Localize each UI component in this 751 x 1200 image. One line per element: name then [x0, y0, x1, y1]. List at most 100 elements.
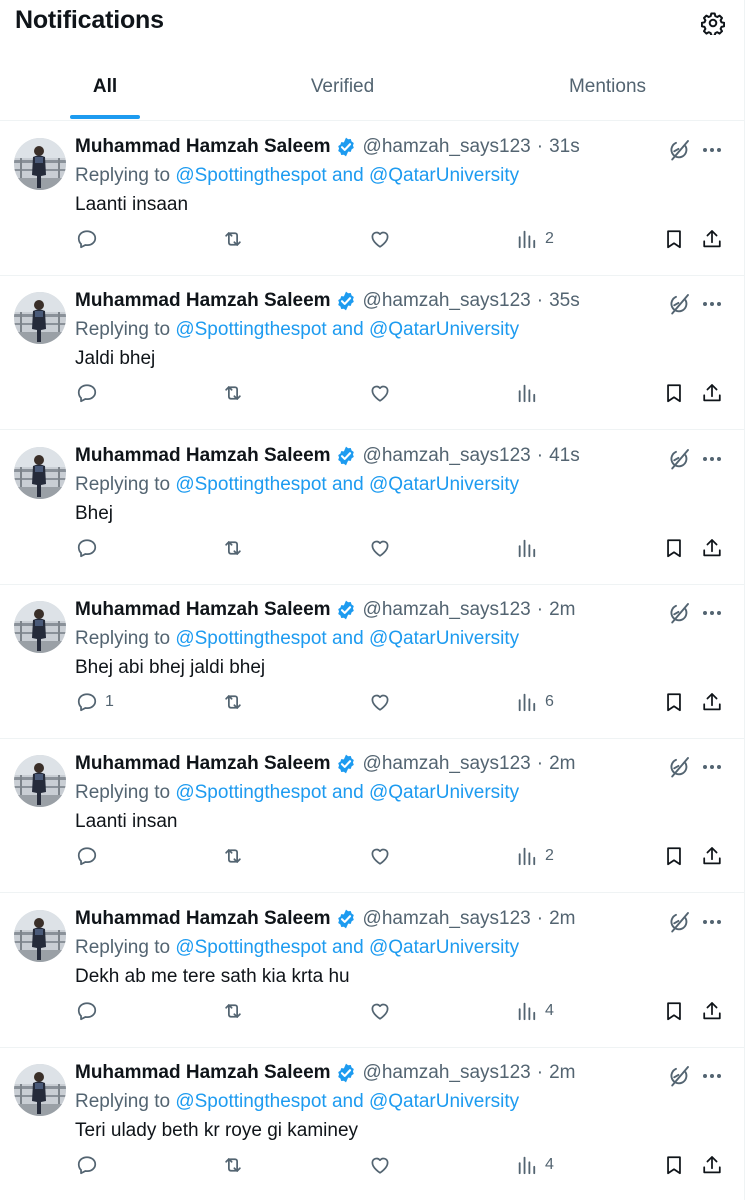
- mention-link[interactable]: @QatarUniversity: [369, 628, 519, 649]
- grok-slash-circle-icon[interactable]: [667, 1064, 691, 1088]
- author-name[interactable]: Muhammad Hamzah Saleem: [75, 136, 331, 158]
- share-button[interactable]: [701, 1152, 723, 1178]
- mention-link[interactable]: @Spottingthespot: [175, 165, 326, 186]
- mention-link[interactable]: @Spottingthespot: [175, 319, 326, 340]
- share-button[interactable]: [701, 535, 723, 561]
- tab-mentions[interactable]: Mentions: [475, 58, 740, 120]
- views-button[interactable]: 6: [516, 689, 554, 715]
- like-button[interactable]: [369, 998, 391, 1024]
- tweet[interactable]: Muhammad Hamzah Saleem @hamzah_says123 ·…: [0, 276, 745, 430]
- reply-button[interactable]: [76, 535, 105, 561]
- timestamp[interactable]: 35s: [549, 290, 580, 312]
- views-button[interactable]: 4: [516, 1152, 554, 1178]
- timestamp[interactable]: 2m: [549, 908, 575, 930]
- views-button[interactable]: 4: [516, 998, 554, 1024]
- mention-link[interactable]: @Spottingthespot: [175, 474, 326, 495]
- verified-badge-icon[interactable]: [335, 1062, 357, 1084]
- author-handle[interactable]: @hamzah_says123: [363, 445, 531, 467]
- tab-verified[interactable]: Verified: [210, 58, 475, 120]
- more-ellipsis-icon[interactable]: [700, 292, 724, 316]
- mention-link[interactable]: @QatarUniversity: [369, 937, 519, 958]
- author-name[interactable]: Muhammad Hamzah Saleem: [75, 445, 331, 467]
- bookmark-button[interactable]: [663, 226, 685, 252]
- verified-badge-icon[interactable]: [335, 599, 357, 621]
- author-name[interactable]: Muhammad Hamzah Saleem: [75, 290, 331, 312]
- grok-slash-circle-icon[interactable]: [667, 292, 691, 316]
- retweet-button[interactable]: [222, 998, 244, 1024]
- author-handle[interactable]: @hamzah_says123: [363, 290, 531, 312]
- reply-button[interactable]: [76, 1152, 105, 1178]
- like-button[interactable]: [369, 843, 391, 869]
- share-button[interactable]: [701, 689, 723, 715]
- reply-button[interactable]: [76, 998, 105, 1024]
- more-ellipsis-icon[interactable]: [700, 755, 724, 779]
- retweet-button[interactable]: [222, 535, 244, 561]
- bookmark-button[interactable]: [663, 689, 685, 715]
- views-button[interactable]: [516, 535, 545, 561]
- views-button[interactable]: 2: [516, 843, 554, 869]
- bookmark-button[interactable]: [663, 998, 685, 1024]
- mention-link[interactable]: @QatarUniversity: [369, 165, 519, 186]
- tab-all[interactable]: All: [0, 58, 210, 120]
- share-button[interactable]: [701, 380, 723, 406]
- timestamp[interactable]: 2m: [549, 1062, 575, 1084]
- avatar[interactable]: [14, 447, 66, 499]
- author-name[interactable]: Muhammad Hamzah Saleem: [75, 599, 331, 621]
- more-ellipsis-icon[interactable]: [700, 910, 724, 934]
- views-button[interactable]: 2: [516, 226, 554, 252]
- tweet[interactable]: Muhammad Hamzah Saleem @hamzah_says123 ·…: [0, 585, 745, 739]
- bookmark-button[interactable]: [663, 1152, 685, 1178]
- verified-badge-icon[interactable]: [335, 753, 357, 775]
- tweet[interactable]: Muhammad Hamzah Saleem @hamzah_says123 ·…: [0, 1048, 745, 1200]
- like-button[interactable]: [369, 380, 391, 406]
- tweet[interactable]: Muhammad Hamzah Saleem @hamzah_says123 ·…: [0, 122, 745, 276]
- grok-slash-circle-icon[interactable]: [667, 447, 691, 471]
- bookmark-button[interactable]: [663, 843, 685, 869]
- verified-badge-icon[interactable]: [335, 290, 357, 312]
- avatar[interactable]: [14, 910, 66, 962]
- tweet[interactable]: Muhammad Hamzah Saleem @hamzah_says123 ·…: [0, 894, 745, 1048]
- more-ellipsis-icon[interactable]: [700, 1064, 724, 1088]
- retweet-button[interactable]: [222, 689, 244, 715]
- more-ellipsis-icon[interactable]: [700, 447, 724, 471]
- share-button[interactable]: [701, 226, 723, 252]
- author-handle[interactable]: @hamzah_says123: [363, 136, 531, 158]
- timestamp[interactable]: 2m: [549, 753, 575, 775]
- reply-button[interactable]: [76, 380, 105, 406]
- tweet[interactable]: Muhammad Hamzah Saleem @hamzah_says123 ·…: [0, 739, 745, 893]
- mention-link[interactable]: @Spottingthespot: [175, 628, 326, 649]
- reply-button[interactable]: [76, 226, 105, 252]
- avatar[interactable]: [14, 601, 66, 653]
- avatar[interactable]: [14, 292, 66, 344]
- mention-link[interactable]: @QatarUniversity: [369, 1091, 519, 1112]
- author-handle[interactable]: @hamzah_says123: [363, 753, 531, 775]
- mention-link[interactable]: @QatarUniversity: [369, 319, 519, 340]
- reply-button[interactable]: [76, 843, 105, 869]
- author-name[interactable]: Muhammad Hamzah Saleem: [75, 753, 331, 775]
- like-button[interactable]: [369, 535, 391, 561]
- verified-badge-icon[interactable]: [335, 445, 357, 467]
- timestamp[interactable]: 31s: [549, 136, 580, 158]
- verified-badge-icon[interactable]: [335, 136, 357, 158]
- author-handle[interactable]: @hamzah_says123: [363, 599, 531, 621]
- avatar[interactable]: [14, 1064, 66, 1116]
- mention-link[interactable]: @QatarUniversity: [369, 474, 519, 495]
- author-name[interactable]: Muhammad Hamzah Saleem: [75, 908, 331, 930]
- bookmark-button[interactable]: [663, 380, 685, 406]
- retweet-button[interactable]: [222, 226, 244, 252]
- mention-link[interactable]: @Spottingthespot: [175, 1091, 326, 1112]
- like-button[interactable]: [369, 689, 391, 715]
- views-button[interactable]: [516, 380, 545, 406]
- grok-slash-circle-icon[interactable]: [667, 601, 691, 625]
- like-button[interactable]: [369, 1152, 391, 1178]
- grok-slash-circle-icon[interactable]: [667, 138, 691, 162]
- verified-badge-icon[interactable]: [335, 908, 357, 930]
- tweet[interactable]: Muhammad Hamzah Saleem @hamzah_says123 ·…: [0, 431, 745, 585]
- mention-link[interactable]: @Spottingthespot: [175, 937, 326, 958]
- avatar[interactable]: [14, 138, 66, 190]
- mention-link[interactable]: @QatarUniversity: [369, 782, 519, 803]
- bookmark-button[interactable]: [663, 535, 685, 561]
- timestamp[interactable]: 41s: [549, 445, 580, 467]
- like-button[interactable]: [369, 226, 391, 252]
- reply-button[interactable]: 1: [76, 689, 114, 715]
